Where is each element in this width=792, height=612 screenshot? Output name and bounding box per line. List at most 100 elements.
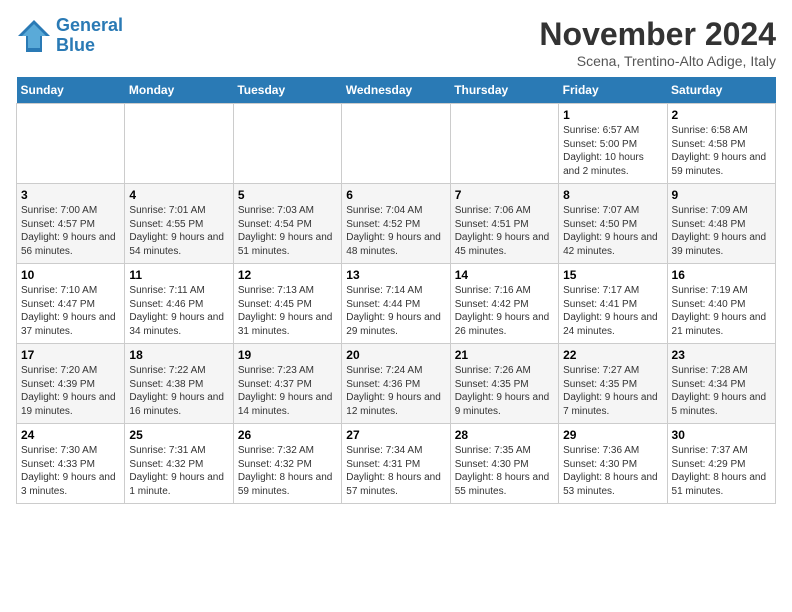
day-info: Sunrise: 7:10 AM Sunset: 4:47 PM Dayligh… — [21, 284, 120, 338]
logo-text: General Blue — [56, 16, 123, 56]
day-info: Sunrise: 7:04 AM Sunset: 4:52 PM Dayligh… — [346, 204, 445, 258]
calendar-cell: 24 Sunrise: 7:30 AM Sunset: 4:33 PM Dayli… — [17, 424, 125, 504]
day-number: 8 — [563, 188, 662, 202]
day-info: Sunrise: 7:32 AM Sunset: 4:32 PM Dayligh… — [238, 444, 337, 498]
calendar-cell — [17, 104, 125, 184]
day-number: 20 — [346, 348, 445, 362]
day-number: 18 — [129, 348, 228, 362]
calendar-cell: 28Sunrise: 7:35 AM Sunset: 4:30 PM Dayli… — [450, 424, 558, 504]
header-row: SundayMondayTuesdayWednesdayThursdayFrid… — [17, 77, 776, 104]
header-sunday: Sunday — [17, 77, 125, 104]
day-number: 10 — [21, 268, 120, 282]
calendar-cell: 9 Sunrise: 7:09 AM Sunset: 4:48 PM Daylig… — [667, 184, 775, 264]
week-row-0: 1Sunrise: 6:57 AM Sunset: 5:00 PM Daylig… — [17, 104, 776, 184]
page-header: General Blue November 2024 Scena, Trenti… — [16, 16, 776, 69]
day-info: Sunrise: 7:27 AM Sunset: 4:35 PM Dayligh… — [563, 364, 662, 418]
day-info: Sunrise: 7:17 AM Sunset: 4:41 PM Dayligh… — [563, 284, 662, 338]
day-number: 4 — [129, 188, 228, 202]
calendar-cell: 17Sunrise: 7:20 AM Sunset: 4:39 PM Dayli… — [17, 344, 125, 424]
calendar-cell: 14Sunrise: 7:16 AM Sunset: 4:42 PM Dayli… — [450, 264, 558, 344]
day-number: 27 — [346, 428, 445, 442]
calendar-cell: 19Sunrise: 7:23 AM Sunset: 4:37 PM Dayli… — [233, 344, 341, 424]
day-number: 2 — [672, 108, 771, 122]
day-info: Sunrise: 7:26 AM Sunset: 4:35 PM Dayligh… — [455, 364, 554, 418]
day-info: Sunrise: 7:19 AM Sunset: 4:40 PM Dayligh… — [672, 284, 771, 338]
day-number: 7 — [455, 188, 554, 202]
day-number: 6 — [346, 188, 445, 202]
day-info: Sunrise: 7:07 AM Sunset: 4:50 PM Dayligh… — [563, 204, 662, 258]
day-info: Sunrise: 7:06 AM Sunset: 4:51 PM Dayligh… — [455, 204, 554, 258]
day-number: 3 — [21, 188, 120, 202]
calendar-cell: 3Sunrise: 7:00 AM Sunset: 4:57 PM Daylig… — [17, 184, 125, 264]
logo-line1: General — [56, 15, 123, 35]
calendar-cell: 6 Sunrise: 7:04 AM Sunset: 4:52 PM Daylig… — [342, 184, 450, 264]
day-number: 16 — [672, 268, 771, 282]
calendar-cell: 22 Sunrise: 7:27 AM Sunset: 4:35 PM Dayli… — [559, 344, 667, 424]
day-number: 29 — [563, 428, 662, 442]
header-thursday: Thursday — [450, 77, 558, 104]
calendar-cell — [125, 104, 233, 184]
calendar-cell: 23Sunrise: 7:28 AM Sunset: 4:34 PM Dayli… — [667, 344, 775, 424]
calendar-cell: 15 Sunrise: 7:17 AM Sunset: 4:41 PM Dayli… — [559, 264, 667, 344]
calendar-header: SundayMondayTuesdayWednesdayThursdayFrid… — [17, 77, 776, 104]
calendar-body: 1Sunrise: 6:57 AM Sunset: 5:00 PM Daylig… — [17, 104, 776, 504]
calendar-cell: 11 Sunrise: 7:11 AM Sunset: 4:46 PM Dayli… — [125, 264, 233, 344]
day-info: Sunrise: 7:30 AM Sunset: 4:33 PM Dayligh… — [21, 444, 120, 498]
day-info: Sunrise: 7:37 AM Sunset: 4:29 PM Dayligh… — [672, 444, 771, 498]
day-number: 17 — [21, 348, 120, 362]
day-number: 22 — [563, 348, 662, 362]
calendar-cell: 12 Sunrise: 7:13 AM Sunset: 4:45 PM Dayli… — [233, 264, 341, 344]
calendar-cell: 1Sunrise: 6:57 AM Sunset: 5:00 PM Daylig… — [559, 104, 667, 184]
logo: General Blue — [16, 16, 123, 56]
calendar-cell: 18 Sunrise: 7:22 AM Sunset: 4:38 PM Dayli… — [125, 344, 233, 424]
calendar-cell: 13Sunrise: 7:14 AM Sunset: 4:44 PM Dayli… — [342, 264, 450, 344]
logo-icon — [16, 18, 52, 54]
logo-line2: Blue — [56, 35, 95, 55]
day-number: 12 — [238, 268, 337, 282]
day-info: Sunrise: 7:36 AM Sunset: 4:30 PM Dayligh… — [563, 444, 662, 498]
day-number: 28 — [455, 428, 554, 442]
calendar-cell: 8 Sunrise: 7:07 AM Sunset: 4:50 PM Daylig… — [559, 184, 667, 264]
day-info: Sunrise: 7:23 AM Sunset: 4:37 PM Dayligh… — [238, 364, 337, 418]
day-info: Sunrise: 7:22 AM Sunset: 4:38 PM Dayligh… — [129, 364, 228, 418]
day-number: 9 — [672, 188, 771, 202]
day-number: 11 — [129, 268, 228, 282]
week-row-4: 24 Sunrise: 7:30 AM Sunset: 4:33 PM Dayli… — [17, 424, 776, 504]
day-info: Sunrise: 7:13 AM Sunset: 4:45 PM Dayligh… — [238, 284, 337, 338]
header-wednesday: Wednesday — [342, 77, 450, 104]
day-info: Sunrise: 6:58 AM Sunset: 4:58 PM Dayligh… — [672, 124, 771, 178]
day-info: Sunrise: 7:24 AM Sunset: 4:36 PM Dayligh… — [346, 364, 445, 418]
day-info: Sunrise: 7:09 AM Sunset: 4:48 PM Dayligh… — [672, 204, 771, 258]
day-info: Sunrise: 7:28 AM Sunset: 4:34 PM Dayligh… — [672, 364, 771, 418]
calendar-cell: 7 Sunrise: 7:06 AM Sunset: 4:51 PM Daylig… — [450, 184, 558, 264]
day-info: Sunrise: 7:11 AM Sunset: 4:46 PM Dayligh… — [129, 284, 228, 338]
week-row-3: 17Sunrise: 7:20 AM Sunset: 4:39 PM Dayli… — [17, 344, 776, 424]
calendar-cell — [450, 104, 558, 184]
calendar-cell: 16 Sunrise: 7:19 AM Sunset: 4:40 PM Dayli… — [667, 264, 775, 344]
calendar-cell: 20 Sunrise: 7:24 AM Sunset: 4:36 PM Dayli… — [342, 344, 450, 424]
day-info: Sunrise: 7:34 AM Sunset: 4:31 PM Dayligh… — [346, 444, 445, 498]
day-number: 24 — [21, 428, 120, 442]
week-row-1: 3Sunrise: 7:00 AM Sunset: 4:57 PM Daylig… — [17, 184, 776, 264]
day-number: 26 — [238, 428, 337, 442]
calendar-cell: 26 Sunrise: 7:32 AM Sunset: 4:32 PM Dayli… — [233, 424, 341, 504]
calendar-cell: 27 Sunrise: 7:34 AM Sunset: 4:31 PM Dayli… — [342, 424, 450, 504]
day-number: 5 — [238, 188, 337, 202]
day-info: Sunrise: 6:57 AM Sunset: 5:00 PM Dayligh… — [563, 124, 662, 178]
day-info: Sunrise: 7:31 AM Sunset: 4:32 PM Dayligh… — [129, 444, 228, 498]
week-row-2: 10 Sunrise: 7:10 AM Sunset: 4:47 PM Dayli… — [17, 264, 776, 344]
header-tuesday: Tuesday — [233, 77, 341, 104]
calendar-cell: 4 Sunrise: 7:01 AM Sunset: 4:55 PM Daylig… — [125, 184, 233, 264]
day-number: 13 — [346, 268, 445, 282]
calendar-cell: 2 Sunrise: 6:58 AM Sunset: 4:58 PM Daylig… — [667, 104, 775, 184]
day-info: Sunrise: 7:01 AM Sunset: 4:55 PM Dayligh… — [129, 204, 228, 258]
calendar-cell: 21Sunrise: 7:26 AM Sunset: 4:35 PM Dayli… — [450, 344, 558, 424]
calendar-cell — [342, 104, 450, 184]
calendar-cell: 30 Sunrise: 7:37 AM Sunset: 4:29 PM Dayli… — [667, 424, 775, 504]
day-number: 15 — [563, 268, 662, 282]
calendar-table: SundayMondayTuesdayWednesdayThursdayFrid… — [16, 77, 776, 504]
calendar-cell: 5Sunrise: 7:03 AM Sunset: 4:54 PM Daylig… — [233, 184, 341, 264]
header-saturday: Saturday — [667, 77, 775, 104]
month-title: November 2024 — [539, 16, 776, 53]
day-number: 30 — [672, 428, 771, 442]
